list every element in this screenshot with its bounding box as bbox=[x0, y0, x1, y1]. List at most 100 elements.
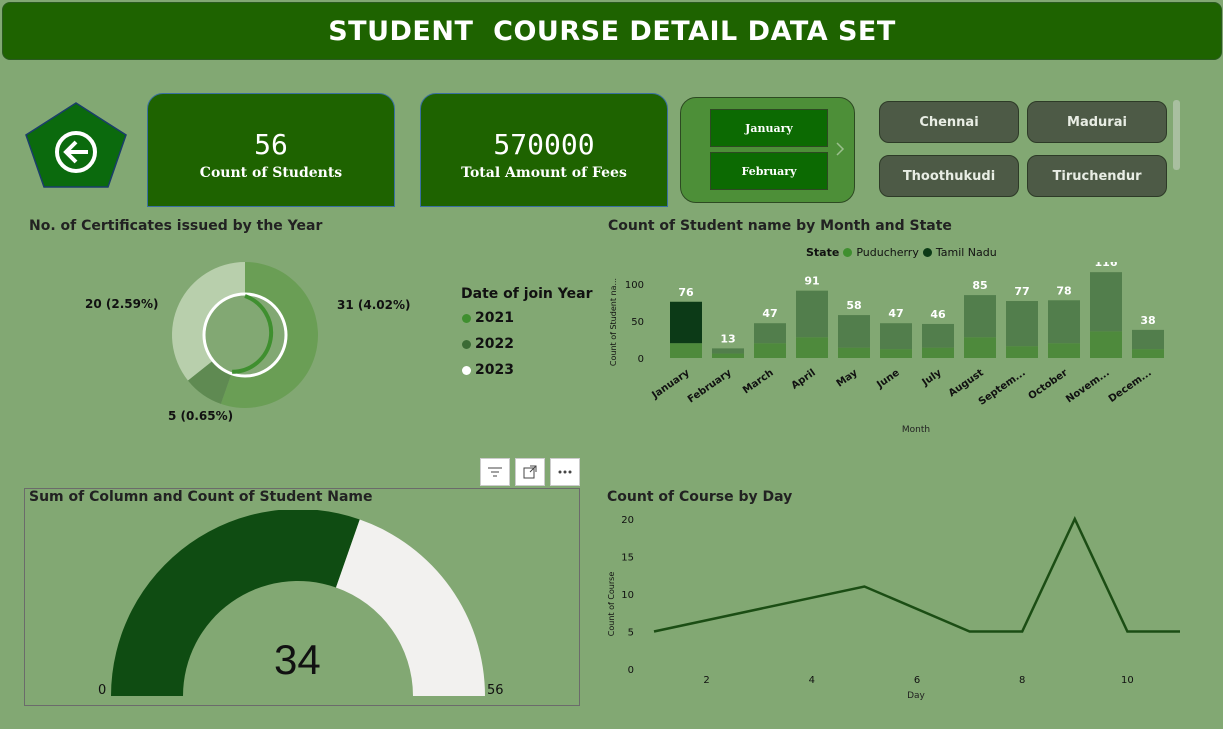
bar-data-label: 58 bbox=[846, 299, 861, 312]
donut-chart[interactable] bbox=[150, 240, 340, 430]
gauge-max: 56 bbox=[487, 683, 504, 698]
bar-tamil-nadu bbox=[922, 323, 954, 348]
slicer-item-tiruchendur[interactable]: Tiruchendur bbox=[1027, 155, 1167, 197]
kpi-label: Total Amount of Fees bbox=[461, 165, 627, 181]
bar-puducherry bbox=[838, 347, 870, 358]
bar-chart[interactable]: 050100Count of Student na... 76January13F… bbox=[604, 262, 1176, 438]
filter-button[interactable] bbox=[480, 458, 510, 486]
bar-chart-title: Count of Student name by Month and State bbox=[608, 218, 952, 234]
donut-legend: 2021 2022 2023 bbox=[462, 305, 514, 383]
legend-dot bbox=[843, 248, 853, 257]
bar-tamil-nadu bbox=[964, 295, 996, 338]
x-tick-label: July bbox=[920, 367, 945, 389]
gauge-value-arc bbox=[111, 510, 360, 696]
bar-puducherry bbox=[964, 337, 996, 358]
y-tick-label: 5 bbox=[628, 628, 634, 639]
legend-dot bbox=[462, 339, 471, 349]
more-options-button[interactable] bbox=[550, 458, 580, 486]
page-title-text: STUDENT COURSE DETAIL DATA SET bbox=[328, 15, 896, 47]
kpi-count-students: 56 Count of Students bbox=[147, 93, 395, 207]
legend-item-2022[interactable]: 2022 bbox=[462, 331, 514, 357]
x-tick-label: 4 bbox=[809, 675, 815, 686]
y-tick-label: 100 bbox=[625, 280, 644, 291]
bar-data-label: 85 bbox=[972, 279, 987, 292]
bar-puducherry bbox=[880, 349, 912, 358]
bar-data-label: 91 bbox=[804, 275, 819, 288]
x-axis-label: Day bbox=[907, 691, 925, 701]
x-tick-label: 10 bbox=[1121, 675, 1134, 686]
gauge-title: Sum of Column and Count of Student Name bbox=[29, 489, 373, 505]
line-chart[interactable]: 0 5 10 15 20 2 4 6 8 10 Count of Course Day bbox=[600, 506, 1190, 706]
kpi-value: 56 bbox=[254, 128, 288, 161]
y-axis-label: Count of Student na... bbox=[609, 278, 618, 366]
y-tick-label: 0 bbox=[638, 354, 644, 365]
x-tick-label: April bbox=[790, 367, 818, 391]
slicer-scrollbar[interactable] bbox=[1173, 100, 1180, 170]
donut-title: No. of Certificates issued by the Year bbox=[29, 218, 323, 234]
visual-toolbar bbox=[480, 458, 580, 486]
x-tick-label: June bbox=[874, 367, 902, 391]
month-slicer: January February bbox=[680, 97, 855, 203]
legend-dot bbox=[922, 248, 932, 257]
x-tick-label: Novem... bbox=[1064, 367, 1112, 405]
bar-data-label: 76 bbox=[678, 286, 694, 299]
legend-label-puducherry[interactable]: Puducherry bbox=[856, 246, 919, 259]
slicer-item-february[interactable]: February bbox=[710, 152, 828, 190]
slicer-item-chennai[interactable]: Chennai bbox=[879, 101, 1019, 143]
legend-item-2023[interactable]: 2023 bbox=[462, 357, 514, 383]
bar-data-label: 47 bbox=[762, 307, 777, 320]
bar-data-label: 78 bbox=[1056, 284, 1071, 297]
y-tick-label: 10 bbox=[621, 590, 634, 601]
bar-puducherry bbox=[1132, 349, 1164, 358]
page-title: STUDENT COURSE DETAIL DATA SET bbox=[2, 2, 1222, 60]
bar-tamil-nadu bbox=[796, 290, 828, 338]
x-tick-label: October bbox=[1027, 367, 1070, 402]
x-tick-label: Decem... bbox=[1107, 367, 1154, 404]
filter-icon bbox=[488, 467, 502, 477]
x-tick-label: March bbox=[741, 367, 776, 396]
bar-puducherry bbox=[1048, 343, 1080, 358]
more-options-icon bbox=[558, 470, 572, 474]
bar-puducherry bbox=[1006, 346, 1038, 358]
bar-data-label: 47 bbox=[888, 307, 903, 320]
arrow-left-circle-icon bbox=[25, 102, 127, 188]
x-tick-label: Septem... bbox=[977, 367, 1028, 407]
bar-tamil-nadu bbox=[1132, 329, 1164, 350]
bar-legend: State Puducherry Tamil Nadu bbox=[806, 246, 997, 259]
x-tick-label: 6 bbox=[914, 675, 920, 686]
kpi-value: 570000 bbox=[493, 128, 595, 161]
focus-mode-button[interactable] bbox=[515, 458, 545, 486]
bar-puducherry bbox=[1090, 331, 1122, 358]
legend-item-2021[interactable]: 2021 bbox=[462, 305, 514, 331]
bar-data-label: 77 bbox=[1014, 285, 1029, 298]
slicer-item-madurai[interactable]: Madurai bbox=[1027, 101, 1167, 143]
legend-label-tamil-nadu[interactable]: Tamil Nadu bbox=[936, 246, 997, 259]
line-chart-title: Count of Course by Day bbox=[607, 489, 793, 505]
bar-data-label: 116 bbox=[1095, 262, 1118, 269]
legend-dot bbox=[462, 365, 471, 375]
bar-data-label: 46 bbox=[930, 308, 946, 321]
slicer-item-january[interactable]: January bbox=[710, 109, 828, 147]
chevron-right-icon[interactable] bbox=[835, 141, 845, 157]
donut-inner-ring bbox=[202, 292, 288, 378]
bar-legend-title: State bbox=[806, 246, 840, 259]
back-button[interactable] bbox=[24, 101, 128, 189]
donut-label-2021: 31 (4.02%) bbox=[337, 298, 411, 312]
donut-label-2023: 20 (2.59%) bbox=[85, 297, 159, 311]
donut-slice-2023 bbox=[172, 262, 245, 381]
bar-tamil-nadu bbox=[838, 315, 870, 348]
gauge-min: 0 bbox=[98, 683, 107, 698]
y-tick-label: 15 bbox=[621, 553, 634, 564]
bar-puducherry bbox=[796, 337, 828, 358]
bar-tamil-nadu bbox=[754, 323, 786, 344]
bar-tamil-nadu bbox=[1048, 300, 1080, 344]
bar-puducherry bbox=[922, 347, 954, 358]
slicer-item-thoothukudi[interactable]: Thoothukudi bbox=[879, 155, 1019, 197]
legend-label: 2021 bbox=[475, 310, 514, 326]
donut-label-2022: 5 (0.65%) bbox=[168, 409, 234, 423]
x-axis-label: Month bbox=[902, 425, 930, 435]
y-tick-label: 50 bbox=[631, 317, 644, 328]
gauge-remaining-arc bbox=[335, 519, 485, 696]
kpi-label: Count of Students bbox=[199, 165, 343, 181]
bar-tamil-nadu bbox=[1090, 272, 1122, 332]
